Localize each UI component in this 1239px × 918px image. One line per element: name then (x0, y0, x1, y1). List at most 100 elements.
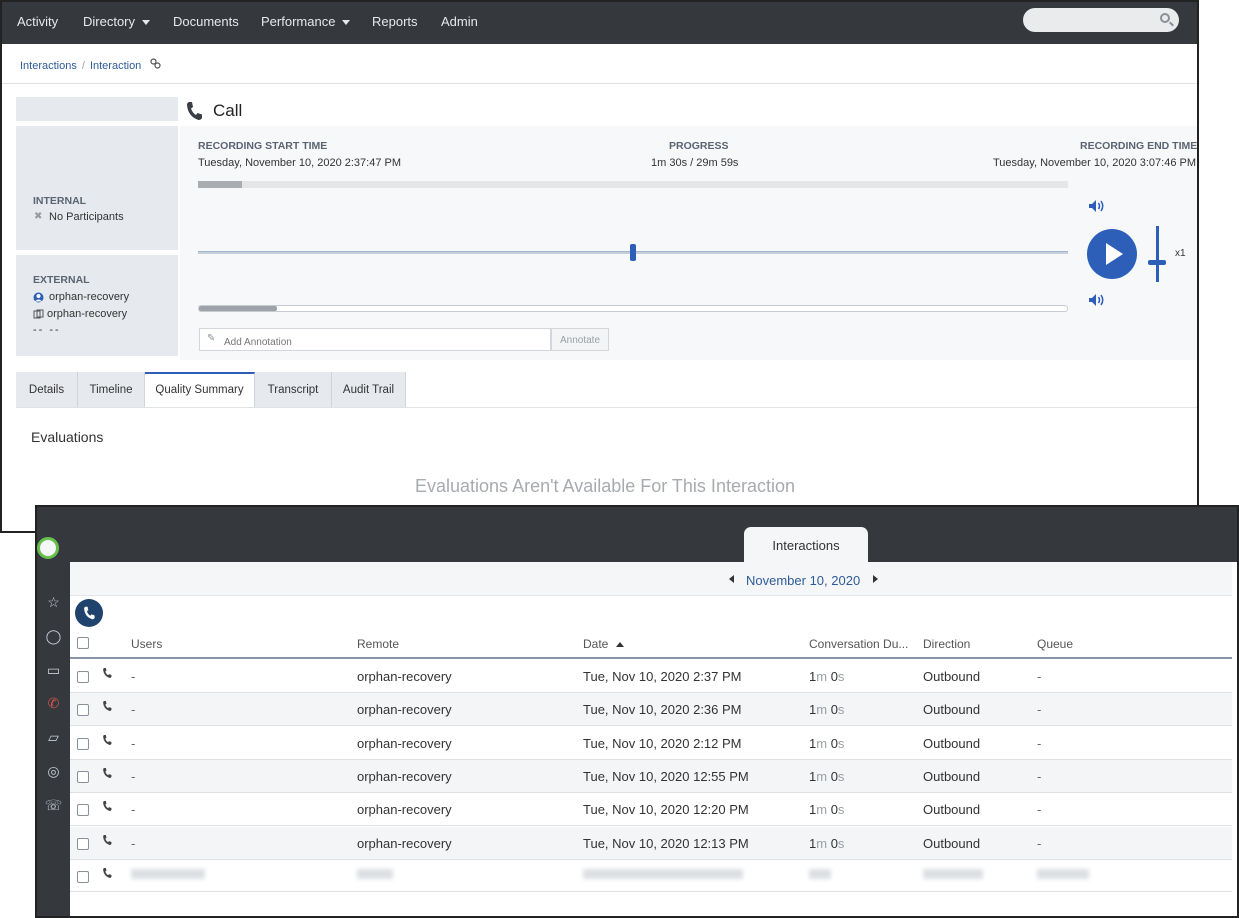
page-title: Call (213, 101, 243, 120)
speed-slider[interactable] (1156, 226, 1159, 282)
duration-unit-s: s (837, 802, 845, 817)
cell-date: Tue, Nov 10, 2020 12:55 PM (583, 769, 749, 784)
duration-unit-m: m (816, 802, 831, 817)
speed-label: x1 (1175, 248, 1186, 259)
cell-queue: - (1037, 669, 1042, 684)
row-checkbox[interactable] (77, 838, 89, 850)
duration-seconds: 0 (830, 702, 838, 717)
column-header-date[interactable]: Date (583, 637, 625, 651)
duration-unit-s: s (837, 836, 845, 851)
nav-item-documents[interactable]: Documents (173, 14, 239, 29)
nav-item-admin[interactable]: Admin (441, 14, 478, 29)
tab-quality-summary[interactable]: Quality Summary (145, 372, 255, 408)
upper-progress-fill (198, 181, 242, 188)
blurred-cell (923, 869, 983, 879)
cell-remote: orphan-recovery (357, 702, 452, 717)
star-icon[interactable]: ☆ (37, 594, 70, 614)
tab-details[interactable]: Details (16, 372, 78, 408)
row-checkbox[interactable] (77, 671, 89, 683)
next-date-icon[interactable] (873, 575, 878, 583)
search-input[interactable] (1023, 8, 1179, 32)
prev-date-icon[interactable] (729, 575, 734, 583)
cell-users: - (131, 769, 136, 784)
link-icon[interactable] (150, 58, 161, 69)
cell-direction: Outbound (923, 736, 981, 751)
cell-remote: orphan-recovery (357, 669, 452, 684)
user-icon (33, 292, 44, 303)
external-participant-station: orphan-recovery (47, 308, 128, 320)
cell-remote: orphan-recovery (357, 769, 452, 784)
row-checkbox[interactable] (77, 804, 89, 816)
duration-seconds: 0 (830, 669, 838, 684)
column-header-direction[interactable]: Direction (923, 637, 970, 651)
inbox-icon[interactable]: ▱ (37, 729, 70, 749)
chat-icon[interactable]: ◯ (37, 628, 70, 648)
nav-item-performance[interactable]: Performance (261, 14, 351, 29)
breadcrumb-separator: / (81, 60, 85, 72)
external-participant-name: orphan-recovery (49, 291, 130, 303)
interactions-list-window: ☆ ◯ ▭ ✆ ▱ ◎ ☏ Interactions November 10, … (35, 505, 1239, 918)
cell-users: - (131, 736, 136, 751)
duration-seconds: 0 (830, 836, 838, 851)
duration-seconds: 0 (830, 736, 838, 751)
row-checkbox[interactable] (77, 771, 89, 783)
chevron-down-icon (142, 20, 151, 26)
duration-unit-s: s (837, 702, 845, 717)
duration-unit-s: s (837, 669, 845, 684)
blurred-cell (583, 869, 743, 879)
voicemail-icon[interactable]: ☏ (37, 797, 70, 817)
search-icon[interactable] (1160, 13, 1170, 23)
row-checkbox[interactable] (77, 704, 89, 716)
column-header-queue[interactable]: Queue (1037, 637, 1073, 651)
playhead-handle[interactable] (630, 244, 636, 261)
tab-interactions[interactable]: Interactions (744, 527, 868, 563)
video-icon[interactable]: ▭ (37, 662, 70, 682)
nav-item-directory[interactable]: Directory (83, 14, 151, 29)
breadcrumb-interactions[interactable]: Interactions (20, 60, 77, 72)
cell-direction: Outbound (923, 836, 981, 851)
phone-icon (103, 768, 112, 778)
volume-icon[interactable] (1088, 293, 1106, 307)
nav-item-activity[interactable]: Activity (17, 14, 58, 29)
call-filter-button[interactable] (75, 599, 103, 627)
row-checkbox[interactable] (77, 871, 89, 883)
cell-duration: 1m 0s (809, 769, 844, 784)
cell-queue: - (1037, 769, 1042, 784)
column-header-users[interactable]: Users (131, 637, 162, 651)
avatar[interactable] (37, 537, 59, 559)
row-checkbox[interactable] (77, 738, 89, 750)
current-date[interactable]: November 10, 2020 (746, 573, 860, 588)
annotate-button[interactable]: Annotate (551, 328, 609, 351)
evaluations-empty-message: Evaluations Aren't Available For This In… (415, 476, 795, 496)
station-icon (33, 309, 44, 319)
annotation-input[interactable] (199, 328, 551, 351)
cell-date: Tue, Nov 10, 2020 2:37 PM (583, 669, 742, 684)
side-rail: ☆ ◯ ▭ ✆ ▱ ◎ ☏ (37, 507, 70, 916)
nav-item-reports[interactable]: Reports (372, 14, 418, 29)
lower-progress-track (198, 305, 1068, 312)
phone-icon (103, 868, 112, 878)
blurred-cell (1037, 869, 1089, 879)
phone-icon[interactable]: ✆ (37, 695, 70, 715)
external-heading: EXTERNAL (33, 274, 90, 286)
cell-duration: 1m 0s (809, 702, 844, 717)
participant-header-box (16, 97, 178, 121)
breadcrumb-interaction[interactable]: Interaction (90, 60, 141, 72)
breadcrumb: Interactions / Interaction (20, 58, 161, 72)
volume-icon[interactable] (1088, 199, 1106, 213)
support-icon[interactable]: ◎ (37, 763, 70, 783)
recording-start-value: Tuesday, November 10, 2020 2:37:47 PM (198, 157, 402, 169)
column-header-duration[interactable]: Conversation Du... (809, 637, 908, 651)
tab-timeline[interactable]: Timeline (78, 372, 145, 408)
speed-slider-knob[interactable] (1148, 260, 1166, 265)
duration-unit-m: m (816, 702, 831, 717)
tab-transcript[interactable]: Transcript (255, 372, 332, 408)
column-header-remote[interactable]: Remote (357, 637, 399, 651)
cell-remote: orphan-recovery (357, 836, 452, 851)
select-all-checkbox[interactable] (77, 637, 89, 649)
tab-audit-trail[interactable]: Audit Trail (332, 372, 406, 408)
cell-date: Tue, Nov 10, 2020 12:20 PM (583, 802, 749, 817)
phone-icon (103, 801, 112, 811)
play-button[interactable] (1087, 229, 1137, 279)
cell-duration: 1m 0s (809, 836, 844, 851)
